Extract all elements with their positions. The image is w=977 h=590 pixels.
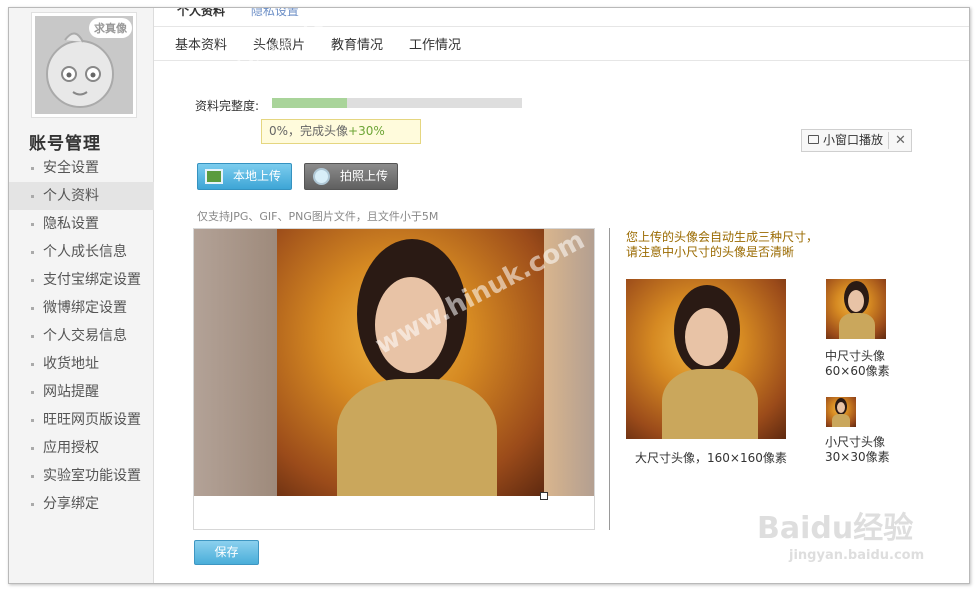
divider (609, 228, 610, 530)
local-upload-button[interactable]: 本地上传 (197, 163, 292, 190)
note-line: 请注意中小尺寸的头像是否清晰 (626, 245, 795, 259)
sidebar-item-transactions[interactable]: 个人交易信息 (9, 322, 154, 350)
top-tabs: 个人资料 隐私设置 (177, 8, 299, 18)
sidebar-title: 账号管理 (29, 134, 101, 154)
robe-shape (839, 313, 875, 339)
small-avatar-preview (826, 397, 856, 427)
sidebar-item-lab[interactable]: 实验室功能设置 (9, 462, 154, 490)
subtab-avatar-photo[interactable]: 头像照片 (253, 34, 305, 53)
uploaded-photo (194, 229, 594, 496)
crop-area[interactable] (193, 228, 595, 530)
robe-shape (337, 379, 497, 496)
sidebar-item-profile[interactable]: 个人资料 (9, 182, 154, 210)
subtab-basic-info[interactable]: 基本资料 (175, 34, 227, 53)
divider (888, 132, 889, 149)
subtabs: 基本资料 头像照片 教育情况 工作情况 (175, 34, 461, 53)
sidebar-item-app-auth[interactable]: 应用授权 (9, 434, 154, 462)
sidebar-nav: 安全设置 个人资料 隐私设置 个人成长信息 支付宝绑定设置 微博绑定设置 个人交… (9, 154, 154, 518)
sidebar-item-privacy[interactable]: 隐私设置 (9, 210, 154, 238)
camera-icon (313, 168, 330, 185)
tip-gain: +30% (348, 124, 385, 138)
sidebar-item-weibo[interactable]: 微博绑定设置 (9, 294, 154, 322)
avatar[interactable]: 求真像 (31, 12, 137, 118)
tab-profile[interactable]: 个人资料 (177, 8, 225, 18)
small-avatar-caption: 小尺寸头像 30×30像素 (825, 435, 890, 465)
tv-icon (808, 135, 819, 144)
local-upload-label: 本地上传 (233, 169, 282, 183)
crop-mask-right (544, 229, 594, 496)
large-avatar-preview (626, 279, 786, 439)
preview-note: 您上传的头像会自动生成三种尺寸， 请注意中小尺寸的头像是否清晰 (626, 230, 818, 260)
crop-mask-left (194, 229, 277, 496)
subtab-education[interactable]: 教育情况 (331, 34, 383, 53)
divider (154, 26, 969, 27)
medium-avatar-preview (826, 279, 886, 339)
brand-watermark-sub: jingyan.baidu.com (789, 548, 925, 563)
mini-player-label: 小窗口播放 (823, 133, 884, 147)
photo-upload-label: 拍照上传 (340, 169, 389, 183)
robe-shape (832, 414, 850, 427)
sidebar-item-growth[interactable]: 个人成长信息 (9, 238, 154, 266)
face-shape (848, 290, 864, 312)
caption-line: 中尺寸头像 (825, 349, 886, 363)
medium-avatar-caption: 中尺寸头像 60×60像素 (825, 349, 890, 379)
brand-watermark: Baidu经验 (757, 511, 914, 546)
sidebar-item-wangwang[interactable]: 旺旺网页版设置 (9, 406, 154, 434)
tab-privacy[interactable]: 隐私设置 (251, 8, 299, 18)
sidebar: 求真像 账号管理 安全设置 个人资料 隐私设置 个人成长信息 支付宝绑定设置 微… (9, 8, 154, 583)
caption-line: 小尺寸头像 (825, 435, 886, 449)
caption-line: 60×60像素 (825, 364, 890, 378)
completeness-tip: 0%，完成头像+30% (261, 119, 421, 144)
divider (154, 60, 969, 61)
subtab-work[interactable]: 工作情况 (409, 34, 461, 53)
face-shape (685, 308, 728, 366)
completeness-progress-bar (272, 98, 522, 108)
sidebar-item-alipay[interactable]: 支付宝绑定设置 (9, 266, 154, 294)
mini-window-play-button[interactable]: 小窗口播放 ✕ (801, 129, 912, 152)
completeness-label: 资料完整度: (195, 99, 260, 113)
sidebar-item-security[interactable]: 安全设置 (9, 154, 154, 182)
crop-resize-handle[interactable] (540, 492, 548, 500)
crop-selection[interactable] (277, 229, 544, 496)
sidebar-item-reminders[interactable]: 网站提醒 (9, 378, 154, 406)
avatar-badge: 求真像 (89, 18, 132, 38)
close-icon[interactable]: ✕ (895, 130, 906, 151)
robe-shape (662, 369, 758, 439)
save-button[interactable]: 保存 (194, 540, 259, 565)
support-text: 仅支持JPG、GIF、PNG图片文件，且文件小于5M (197, 210, 439, 223)
tip-text: 0%，完成头像 (269, 124, 349, 138)
profile-settings-window: 求真像 账号管理 安全设置 个人资料 隐私设置 个人成长信息 支付宝绑定设置 微… (8, 7, 970, 584)
photo-upload-button[interactable]: 拍照上传 (304, 163, 398, 190)
face-shape (375, 277, 447, 373)
sidebar-item-address[interactable]: 收货地址 (9, 350, 154, 378)
image-icon (205, 169, 223, 184)
face-shape (837, 402, 845, 413)
sidebar-item-share[interactable]: 分享绑定 (9, 490, 154, 518)
caption-line: 30×30像素 (825, 450, 890, 464)
note-line: 您上传的头像会自动生成三种尺寸， (626, 230, 819, 244)
large-avatar-caption: 大尺寸头像，160×160像素 (635, 451, 787, 465)
progress-fill (272, 98, 347, 108)
